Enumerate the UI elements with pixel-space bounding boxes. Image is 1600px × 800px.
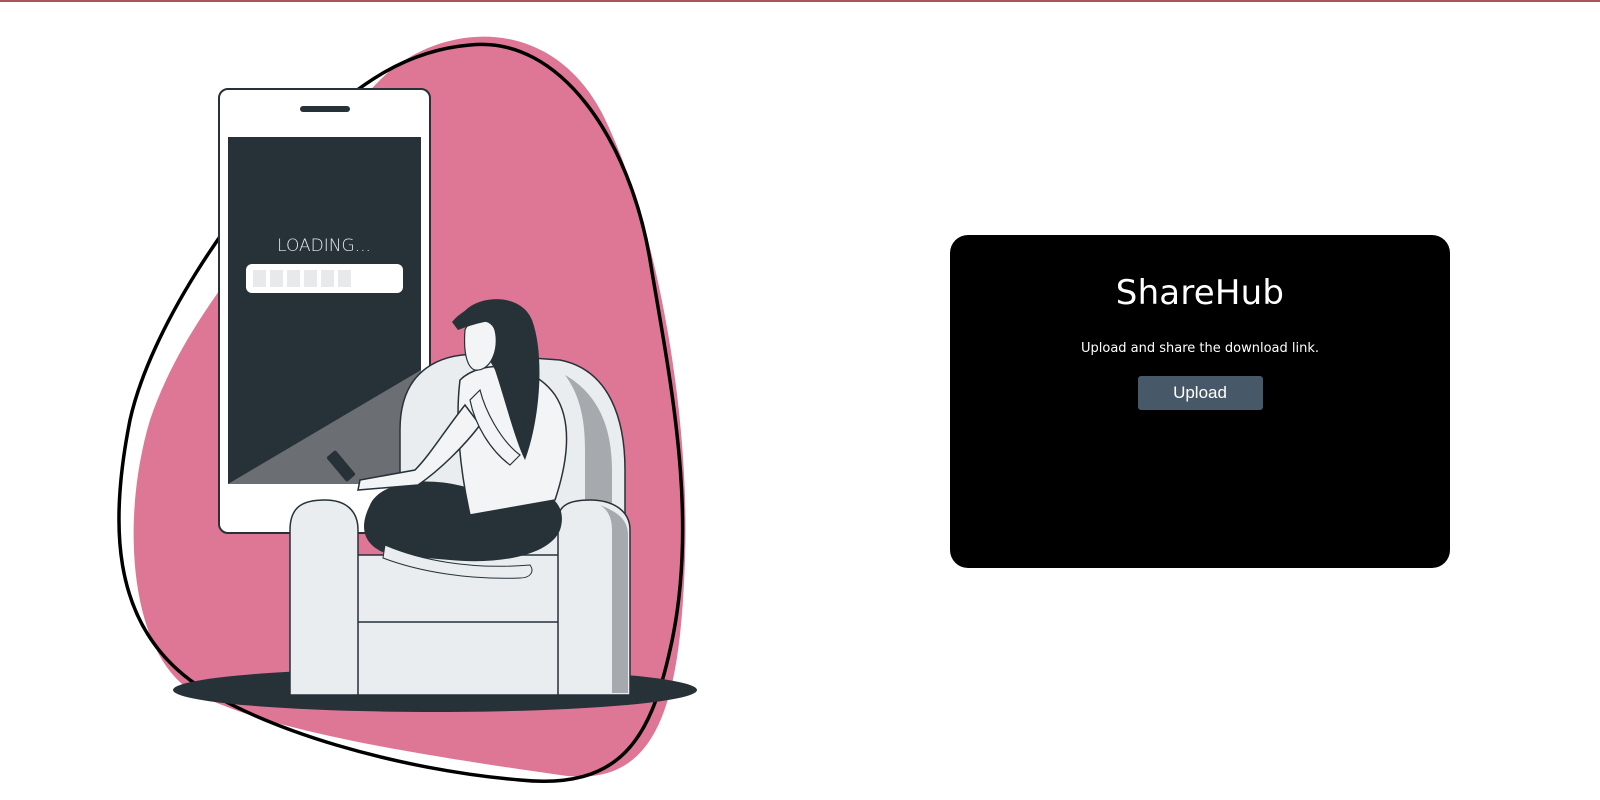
phone-speaker (300, 106, 350, 112)
card-subtitle: Upload and share the download link. (1080, 341, 1320, 356)
upload-button[interactable]: Upload (1137, 376, 1263, 410)
loading-illustration: LOADING... (117, 36, 697, 783)
loading-bar-segment (321, 270, 334, 287)
armchair-left-arm (289, 499, 359, 696)
loading-bar-segment (304, 270, 317, 287)
hero-illustration: LOADING... (0, 0, 800, 800)
loading-bar-segment (338, 270, 351, 287)
sharehub-card: ShareHub Upload and share the download l… (950, 235, 1450, 568)
app-title: ShareHub (1115, 273, 1285, 313)
loading-bar-segment (287, 270, 300, 287)
phone-loading-text: LOADING... (277, 236, 371, 256)
loading-bar-segment (270, 270, 283, 287)
loading-bar-segment (253, 270, 266, 287)
